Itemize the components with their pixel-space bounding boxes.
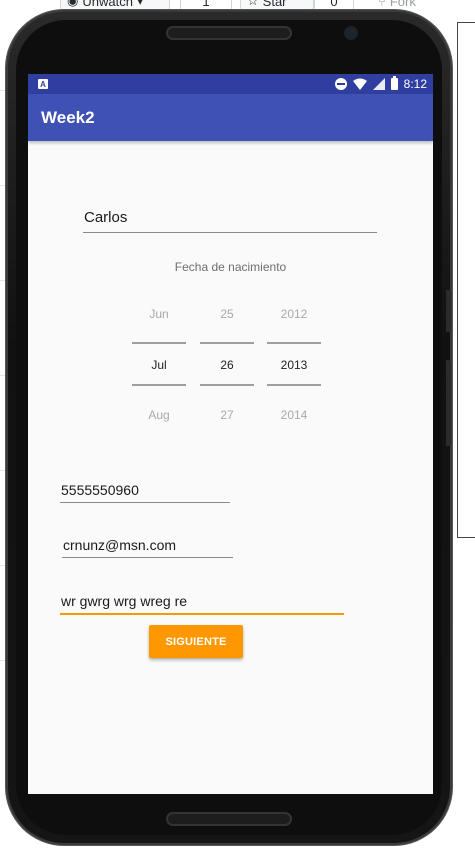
email-input[interactable]: crnunz@msn.com: [63, 537, 176, 553]
birthdate-label: Fecha de nacimiento: [174, 260, 287, 274]
day-divider-top: [200, 342, 254, 344]
day-prev[interactable]: 25: [200, 307, 254, 321]
background-side-panel: [457, 22, 475, 538]
front-camera: [346, 28, 356, 38]
unwatch-label: Unwatch: [82, 0, 133, 9]
star-count[interactable]: 0: [314, 0, 354, 10]
year-selected[interactable]: 2013: [267, 358, 321, 372]
month-prev[interactable]: Jun: [132, 307, 186, 321]
signal-icon: [372, 78, 385, 90]
volume-key[interactable]: [446, 290, 451, 332]
phone-input[interactable]: 5555550960: [61, 482, 139, 498]
month-divider-top: [132, 342, 186, 344]
phone-input-underline: [60, 502, 230, 503]
name-input-underline: [83, 232, 377, 233]
year-next[interactable]: 2014: [267, 408, 321, 422]
watch-count[interactable]: 1: [180, 0, 232, 10]
app-bar: Week2: [28, 94, 433, 141]
notification-app-icon: A: [38, 79, 48, 89]
description-input[interactable]: wr gwrg wrg wreg re: [61, 593, 187, 609]
month-next[interactable]: Aug: [132, 408, 186, 422]
year-divider-bottom: [267, 384, 321, 386]
wifi-icon: [352, 78, 367, 90]
fork-button[interactable]: ⑂ Fork: [372, 0, 442, 10]
month-divider-bottom: [132, 384, 186, 386]
bottom-speaker: [166, 812, 292, 826]
unwatch-button[interactable]: ◉ Unwatch ▾: [60, 0, 170, 10]
star-label: Star: [262, 0, 287, 9]
fork-icon: ⑂: [378, 0, 386, 9]
email-input-underline: [62, 557, 233, 558]
device-screen: A 8:12 Week2 Carlos Fecha de nacimiento …: [28, 74, 433, 794]
status-bar: A 8:12: [28, 74, 433, 94]
day-next[interactable]: 27: [200, 408, 254, 422]
form-content: Carlos Fecha de nacimiento Jun Jul Aug 2…: [28, 141, 433, 794]
battery-icon: [390, 76, 398, 90]
description-input-underline: [60, 613, 344, 615]
star-button[interactable]: ☆ Star: [240, 0, 314, 10]
do-not-disturb-icon: [334, 78, 347, 90]
year-divider-top: [267, 342, 321, 344]
chevron-down-icon: ▾: [136, 0, 144, 8]
day-selected[interactable]: 26: [200, 358, 254, 372]
day-divider-bottom: [200, 384, 254, 386]
app-title: Week2: [41, 107, 95, 127]
status-time: 8:12: [403, 77, 427, 91]
eye-icon: ◉: [67, 0, 79, 8]
star-icon: ☆: [247, 0, 259, 8]
next-button[interactable]: SIGUIENTE: [149, 625, 243, 658]
top-speaker: [166, 26, 292, 40]
year-prev[interactable]: 2012: [267, 307, 321, 321]
name-input[interactable]: Carlos: [84, 209, 127, 226]
month-selected[interactable]: Jul: [132, 358, 186, 372]
power-key[interactable]: [446, 360, 451, 446]
fork-label: Fork: [389, 0, 416, 9]
status-icons: 8:12: [334, 76, 427, 91]
